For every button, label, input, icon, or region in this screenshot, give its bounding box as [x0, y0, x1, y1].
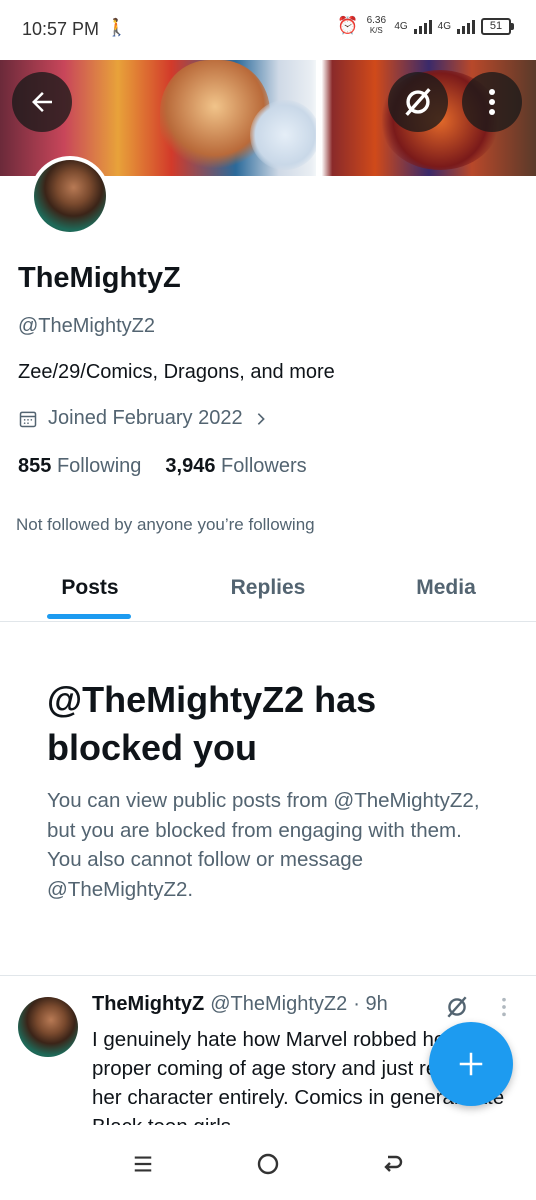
compose-post-button[interactable] — [429, 1022, 513, 1106]
vertical-dots-icon — [502, 997, 506, 1017]
followers-label: Followers — [221, 455, 307, 477]
plus-icon — [459, 1052, 483, 1076]
network-speed-value: 6.36 — [366, 15, 387, 26]
network-speed: 6.36 K/S — [364, 16, 388, 36]
back-arrow-icon — [384, 1155, 403, 1172]
tweet-avatar[interactable] — [18, 997, 78, 1057]
tab-replies[interactable]: Replies — [180, 556, 356, 621]
tweet-author-handle[interactable]: @TheMightyZ2 — [210, 993, 347, 1016]
walking-person-icon: 🚶 — [106, 18, 128, 37]
profile-avatar[interactable] — [30, 156, 110, 236]
joined-date-row[interactable]: Joined February 2022 — [18, 407, 269, 430]
tweet-time: · 9h — [353, 993, 388, 1015]
followers-link[interactable]: 3,946 Followers — [165, 455, 306, 478]
followers-count: 3,946 — [165, 455, 216, 477]
tab-media[interactable]: Media — [356, 556, 536, 621]
grok-slash-circle-icon — [447, 996, 467, 1018]
tweet-more-button[interactable] — [500, 996, 508, 1023]
home-button[interactable] — [238, 1134, 298, 1194]
status-bar: 10:57 PM 🚶 ⏰ 6.36 K/S 4G 4G 51 — [0, 0, 536, 60]
vertical-dots-icon — [489, 89, 495, 115]
back-button[interactable] — [12, 72, 72, 132]
active-tab-indicator — [47, 614, 131, 619]
network-type-2: 4G — [437, 20, 451, 32]
more-options-button[interactable] — [462, 72, 522, 132]
follow-stats: 855 Following 3,946 Followers — [18, 455, 307, 478]
alarm-clock-icon: ⏰ — [337, 16, 359, 35]
battery-level: 51 — [481, 17, 511, 35]
user-handle: @TheMightyZ2 — [18, 315, 156, 337]
blocked-title: @TheMightyZ2 has blocked you — [47, 679, 377, 768]
tweet-author-name[interactable]: TheMightyZ — [92, 993, 204, 1016]
menu-lines-icon — [134, 1156, 151, 1172]
divider — [0, 975, 536, 976]
profile-bio: Zee/29/Comics, Dragons, and more — [18, 361, 335, 383]
profile-tabs: Posts Replies Media — [0, 556, 536, 622]
tweet-grok-button[interactable] — [444, 994, 470, 1025]
recents-button[interactable] — [113, 1134, 173, 1194]
following-count: 855 — [18, 455, 52, 477]
tab-posts[interactable]: Posts — [0, 556, 180, 621]
network-type-1: 4G — [394, 20, 408, 32]
blocked-description: You can view public posts from @TheMight… — [47, 789, 480, 901]
system-back-button[interactable] — [363, 1134, 423, 1194]
chevron-right-icon — [257, 412, 265, 425]
not-followed-notice: Not followed by anyone you’re following — [16, 515, 315, 534]
following-label: Following — [56, 455, 142, 477]
status-indicators: ⏰ 6.36 K/S 4G 4G 51 — [337, 16, 514, 36]
signal-strength-icon — [457, 18, 475, 34]
system-nav-bar — [0, 1128, 536, 1200]
battery-icon: 51 — [481, 17, 514, 35]
tweet-header: TheMightyZ @TheMightyZ2 · 9h — [92, 993, 388, 1016]
arrow-left-icon — [32, 92, 52, 112]
network-speed-unit: K/S — [369, 26, 383, 35]
circle-home-icon — [257, 1153, 279, 1175]
avatar — [34, 160, 106, 232]
grok-button[interactable] — [388, 72, 448, 132]
signal-strength-icon — [413, 18, 432, 34]
following-link[interactable]: 855 Following — [18, 455, 141, 478]
status-time: 10:57 PM — [22, 19, 100, 39]
joined-date: Joined February 2022 — [48, 407, 243, 429]
calendar-icon — [19, 411, 37, 427]
display-name: TheMightyZ — [18, 262, 181, 294]
grok-slash-circle-icon — [405, 88, 431, 116]
